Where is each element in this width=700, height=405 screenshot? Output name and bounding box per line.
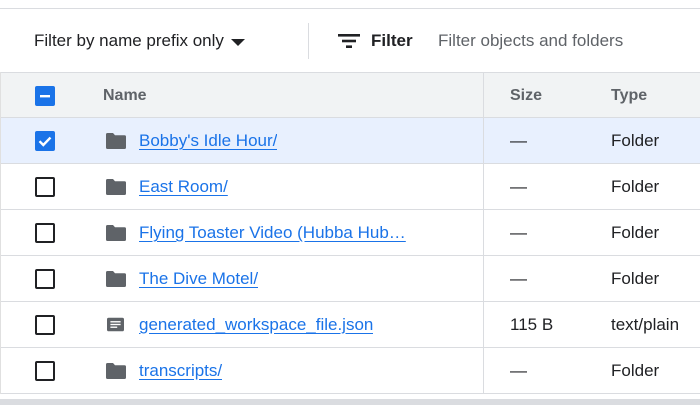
top-edge xyxy=(0,0,700,9)
object-size: — xyxy=(510,177,527,196)
objects-table: Name Size Type Bobby's Idle Hour/ — Fold… xyxy=(0,72,700,394)
filter-input[interactable] xyxy=(438,26,700,56)
folder-icon xyxy=(106,271,126,287)
object-type: Folder xyxy=(611,269,660,288)
object-type: Folder xyxy=(611,177,660,196)
table-row[interactable]: Bobby's Idle Hour/ — Folder xyxy=(1,118,700,164)
folder-icon xyxy=(106,133,126,149)
row-checkbox[interactable] xyxy=(35,315,55,335)
object-type: Folder xyxy=(611,131,660,150)
filter-list-icon xyxy=(338,34,360,48)
table-header-row: Name Size Type xyxy=(1,72,700,118)
filter-prefix-dropdown[interactable]: Filter by name prefix only xyxy=(34,10,245,72)
column-header-name[interactable]: Name xyxy=(103,73,147,119)
indeterminate-icon xyxy=(40,95,50,98)
folder-icon xyxy=(106,225,126,241)
object-name-link[interactable]: generated_workspace_file.json xyxy=(139,302,373,348)
row-checkbox[interactable] xyxy=(35,131,55,151)
divider xyxy=(308,23,309,59)
row-checkbox[interactable] xyxy=(35,177,55,197)
row-checkbox[interactable] xyxy=(35,223,55,243)
file-icon xyxy=(107,317,124,332)
object-size: — xyxy=(510,269,527,288)
column-divider xyxy=(483,73,484,117)
object-size: — xyxy=(510,223,527,242)
object-name-link[interactable]: The Dive Motel/ xyxy=(139,256,258,302)
object-type: text/plain xyxy=(611,315,680,334)
column-header-type[interactable]: Type xyxy=(611,73,647,119)
filter-button[interactable]: Filter xyxy=(338,10,413,72)
object-type: Folder xyxy=(611,223,660,242)
column-divider xyxy=(483,210,484,255)
folder-icon xyxy=(106,363,126,379)
folder-icon xyxy=(106,179,126,195)
table-row[interactable]: East Room/ — Folder xyxy=(1,164,700,210)
object-name-link[interactable]: Flying Toaster Video (Hubba Hub… xyxy=(139,210,406,256)
table-row[interactable]: The Dive Motel/ — Folder xyxy=(1,256,700,302)
column-divider xyxy=(483,164,484,209)
object-type: Folder xyxy=(611,361,660,380)
column-divider xyxy=(483,256,484,301)
object-size: — xyxy=(510,131,527,150)
check-icon xyxy=(38,136,52,147)
filter-prefix-label: Filter by name prefix only xyxy=(34,31,224,50)
object-name-link[interactable]: Bobby's Idle Hour/ xyxy=(139,118,277,164)
filter-bar: Filter by name prefix only Filter xyxy=(0,10,700,72)
column-divider xyxy=(483,302,484,347)
caret-down-icon xyxy=(230,38,245,46)
object-size: 115 B xyxy=(510,315,554,334)
column-header-size[interactable]: Size xyxy=(510,73,542,119)
horizontal-scrollbar[interactable] xyxy=(0,399,700,405)
table-row[interactable]: Flying Toaster Video (Hubba Hub… — Folde… xyxy=(1,210,700,256)
table-row[interactable]: transcripts/ — Folder xyxy=(1,348,700,394)
row-checkbox[interactable] xyxy=(35,269,55,289)
object-name-link[interactable]: East Room/ xyxy=(139,164,228,210)
object-size: — xyxy=(510,361,527,380)
column-divider xyxy=(483,118,484,163)
column-divider xyxy=(483,348,484,393)
table-row[interactable]: generated_workspace_file.json 115 B text… xyxy=(1,302,700,348)
row-checkbox[interactable] xyxy=(35,361,55,381)
object-name-link[interactable]: transcripts/ xyxy=(139,348,222,394)
filter-button-label: Filter xyxy=(371,31,413,50)
select-all-checkbox[interactable] xyxy=(35,86,55,106)
